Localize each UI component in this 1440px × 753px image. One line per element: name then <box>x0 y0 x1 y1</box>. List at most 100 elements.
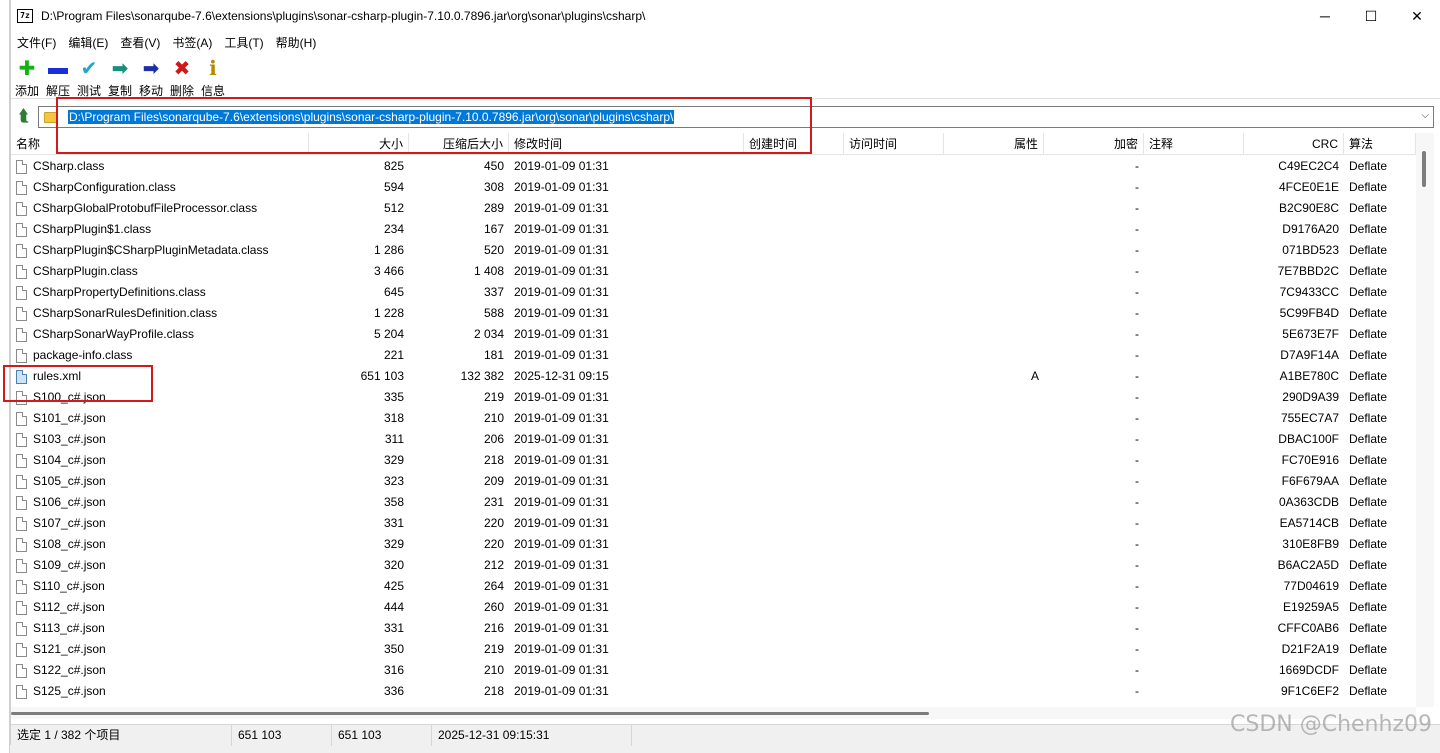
toolbar-delete-x-button[interactable]: ✖ 删除 <box>168 52 196 99</box>
file-name-text: CSharpConfiguration.class <box>33 180 176 194</box>
toolbar-move-arrow-button[interactable]: ➡ 移动 <box>137 52 165 99</box>
col-header-created[interactable]: 创建时间 <box>744 133 844 155</box>
file-packed-size: 209 <box>483 474 504 488</box>
table-row[interactable]: S121_c#.json 350 219 2019-01-09 01:31 - D21F2… <box>11 639 1416 660</box>
file-icon <box>16 264 27 279</box>
table-row[interactable]: S109_c#.json 320 212 2019-01-09 01:31 - B6AC2… <box>11 555 1416 576</box>
col-header-encrypted[interactable]: 加密 <box>1044 133 1144 155</box>
file-method: Deflate <box>1349 642 1388 656</box>
table-row[interactable]: CSharpSonarRulesDefinition.class 1 228 588… <box>11 303 1416 324</box>
file-accessed <box>844 534 944 555</box>
table-row[interactable]: S106_c#.json 358 231 2019-01-09 01:31 - 0A363… <box>11 492 1416 513</box>
col-header-size[interactable]: 大小 <box>309 133 409 155</box>
col-header-method[interactable]: 算法 <box>1344 133 1416 155</box>
col-header-modified[interactable]: 修改时间 <box>509 133 744 155</box>
menu-view[interactable]: 查看(V) <box>114 34 166 51</box>
table-row[interactable]: S100_c#.json 335 219 2019-01-09 01:31 - 290D9… <box>11 387 1416 408</box>
file-accessed <box>844 240 944 261</box>
file-modified: 2019-01-09 01:31 <box>514 558 609 572</box>
file-size: 335 <box>383 390 404 404</box>
menu-bookmarks[interactable]: 书签(A) <box>166 34 218 51</box>
file-comment <box>1144 261 1244 282</box>
file-modified: 2019-01-09 01:31 <box>514 537 609 551</box>
file-crc: D7A9F14A <box>1280 348 1339 362</box>
file-created <box>744 303 844 324</box>
address-input[interactable]: D:\Program Files\sonarqube-7.6\extension… <box>38 106 1434 128</box>
file-crc: 77D04619 <box>1283 579 1339 593</box>
file-comment <box>1144 450 1244 471</box>
toolbar-copy-arrow-button[interactable]: ➡ 复制 <box>106 52 134 99</box>
minus-icon: ▬ <box>48 56 68 79</box>
table-row[interactable]: CSharpConfiguration.class 594 308 2019-01-0… <box>11 177 1416 198</box>
file-encrypted: - <box>1135 474 1139 488</box>
file-size: 444 <box>383 600 404 614</box>
table-row[interactable]: S110_c#.json 425 264 2019-01-09 01:31 - 77D04… <box>11 576 1416 597</box>
file-encrypted: - <box>1135 558 1139 572</box>
file-packed-size: 219 <box>483 642 504 656</box>
table-row[interactable]: S112_c#.json 444 260 2019-01-09 01:31 - E1925… <box>11 597 1416 618</box>
table-row[interactable]: rules.xml 651 103 132 382 2025-12-31 09:15 A… <box>11 366 1416 387</box>
file-encrypted: - <box>1135 264 1139 278</box>
toolbar-minus-button[interactable]: ▬ 解压 <box>44 52 72 99</box>
up-folder-button[interactable]: ⮬ <box>13 106 35 128</box>
file-modified: 2019-01-09 01:31 <box>514 600 609 614</box>
file-icon <box>16 243 27 258</box>
table-row[interactable]: S107_c#.json 331 220 2019-01-09 01:31 - EA571… <box>11 513 1416 534</box>
file-encrypted: - <box>1135 327 1139 341</box>
file-name: S103_c#.json <box>11 429 309 450</box>
horizontal-scroll-thumb[interactable] <box>11 712 929 715</box>
file-method: Deflate <box>1349 663 1388 677</box>
file-attributes: A <box>1030 369 1039 383</box>
file-method: Deflate <box>1349 327 1388 341</box>
vertical-scrollbar[interactable] <box>1416 133 1434 707</box>
table-row[interactable]: CSharpPlugin.class 3 466 1 408 2019-01-09 0… <box>11 261 1416 282</box>
file-method: Deflate <box>1349 684 1388 698</box>
menu-edit[interactable]: 编辑(E) <box>62 34 114 51</box>
table-row[interactable]: S105_c#.json 323 209 2019-01-09 01:31 - F6F67… <box>11 471 1416 492</box>
table-row[interactable]: CSharpPropertyDefinitions.class 645 337 201… <box>11 282 1416 303</box>
col-header-comment[interactable]: 注释 <box>1144 133 1244 155</box>
file-packed-size: 219 <box>483 390 504 404</box>
table-row[interactable]: S103_c#.json 311 206 2019-01-09 01:31 - DBAC1… <box>11 429 1416 450</box>
menu-help[interactable]: 帮助(H) <box>270 34 323 51</box>
table-row[interactable]: package-info.class 221 181 2019-01-09 01:31… <box>11 345 1416 366</box>
table-row[interactable]: S113_c#.json 331 216 2019-01-09 01:31 - CFFC0… <box>11 618 1416 639</box>
file-modified: 2019-01-09 01:31 <box>514 222 609 236</box>
file-size: 825 <box>383 159 404 173</box>
toolbar-plus-button[interactable]: ✚ 添加 <box>13 52 41 99</box>
table-row[interactable]: S104_c#.json 329 218 2019-01-09 01:31 - FC70E… <box>11 450 1416 471</box>
file-attributes <box>944 576 1044 597</box>
vertical-scroll-thumb[interactable] <box>1422 151 1426 187</box>
table-row[interactable]: CSharp.class 825 450 2019-01-09 01:31 - C49EC… <box>11 156 1416 177</box>
file-crc: A1BE780C <box>1279 369 1339 383</box>
toolbar-check-button[interactable]: ✔ 测试 <box>75 52 103 99</box>
file-crc: 4FCE0E1E <box>1278 180 1339 194</box>
file-attributes <box>944 156 1044 177</box>
file-comment <box>1144 555 1244 576</box>
table-row[interactable]: S108_c#.json 329 220 2019-01-09 01:31 - 310E8… <box>11 534 1416 555</box>
col-header-accessed[interactable]: 访问时间 <box>844 133 944 155</box>
table-row[interactable]: CSharpPlugin$CSharpPluginMetadata.class 1… <box>11 240 1416 261</box>
col-header-packed-size[interactable]: 压缩后大小 <box>409 133 509 155</box>
file-size: 329 <box>383 453 404 467</box>
col-header-crc[interactable]: CRC <box>1244 133 1344 155</box>
menu-bar: 文件(F) 编辑(E) 查看(V) 书签(A) 工具(T) 帮助(H) <box>11 32 1440 52</box>
menu-tools[interactable]: 工具(T) <box>218 34 269 51</box>
table-row[interactable]: CSharpGlobalProtobufFileProcessor.class 5… <box>11 198 1416 219</box>
file-name-text: CSharpPropertyDefinitions.class <box>33 285 206 299</box>
col-header-attributes[interactable]: 属性 <box>944 133 1044 155</box>
close-button[interactable]: ✕ <box>1394 0 1440 32</box>
file-accessed <box>844 345 944 366</box>
table-row[interactable]: S125_c#.json 336 218 2019-01-09 01:31 - 9F1C6… <box>11 681 1416 702</box>
table-row[interactable]: CSharpSonarWayProfile.class 5 204 2 034 201… <box>11 324 1416 345</box>
table-row[interactable]: CSharpPlugin$1.class 234 167 2019-01-09 01:… <box>11 219 1416 240</box>
table-row[interactable]: S101_c#.json 318 210 2019-01-09 01:31 - 755EC… <box>11 408 1416 429</box>
chevron-down-icon[interactable]: ⌵ <box>1421 110 1429 121</box>
horizontal-scrollbar[interactable] <box>11 707 1416 719</box>
maximize-button[interactable]: ☐ <box>1348 0 1394 32</box>
toolbar-info-button[interactable]: ℹ 信息 <box>199 52 227 99</box>
menu-file[interactable]: 文件(F) <box>11 34 62 51</box>
table-row[interactable]: S122_c#.json 316 210 2019-01-09 01:31 - 1669D… <box>11 660 1416 681</box>
col-header-name[interactable]: 名称 <box>11 133 309 155</box>
minimize-button[interactable]: ─ <box>1302 0 1348 32</box>
